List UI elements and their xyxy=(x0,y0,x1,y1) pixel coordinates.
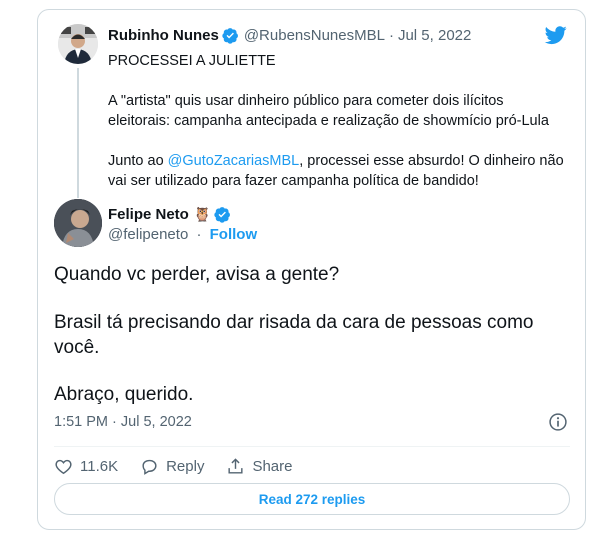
reply-label: Reply xyxy=(166,457,205,475)
mention-link[interactable]: @GutoZacariasMBL xyxy=(168,153,300,169)
tweet-text-line: Quando vc perder, avisa a gente? xyxy=(54,264,340,285)
divider xyxy=(54,446,570,447)
parent-tweet-line: Junto ao @GutoZacariasMBL, processei ess… xyxy=(108,151,578,171)
parent-tweet-line: vai ser utilizado para fazer campanha po… xyxy=(108,173,479,189)
tweet-card: Rubinho Nunes @RubensNunesMBL · Jul 5, 2… xyxy=(37,9,586,530)
author-name[interactable]: Rubinho Nunes xyxy=(108,27,219,44)
tweet-date[interactable]: Jul 5, 2022 xyxy=(398,27,471,44)
main-handle-row: @felipeneto · Follow xyxy=(108,226,257,243)
main-tweet-header: Felipe Neto 🦉 xyxy=(108,206,231,223)
parent-tweet-line: A "artista" quis usar dinheiro público p… xyxy=(108,93,504,109)
heart-icon xyxy=(55,459,72,474)
text-segment: Junto ao xyxy=(108,153,168,169)
author-handle[interactable]: @RubensNunesMBL xyxy=(244,27,385,44)
parent-tweet-line: PROCESSEI A JULIETTE xyxy=(108,53,276,69)
like-count: 11.6K xyxy=(80,457,119,475)
twitter-bird-icon[interactable] xyxy=(543,24,569,46)
tweet-timestamp[interactable]: 1:51 PM · Jul 5, 2022 xyxy=(54,414,192,430)
reply-button[interactable]: Reply xyxy=(140,457,204,476)
verified-badge-icon xyxy=(222,28,238,44)
separator-dot: · xyxy=(388,27,394,44)
tweet-text-line: Abraço, querido. xyxy=(54,384,194,405)
share-button[interactable]: Share xyxy=(226,457,292,476)
parent-tweet-header: Rubinho Nunes @RubensNunesMBL · Jul 5, 2… xyxy=(108,27,471,44)
action-bar: 11.6K Reply Share xyxy=(54,453,314,479)
share-icon xyxy=(228,457,243,474)
reply-bubble-icon xyxy=(142,459,157,475)
share-label: Share xyxy=(252,457,293,475)
tweet-text-line: você. xyxy=(54,337,100,358)
parent-tweet-line: eleitorais: campanha antecipada e realiz… xyxy=(108,113,549,129)
avatar[interactable] xyxy=(58,24,98,64)
info-icon[interactable] xyxy=(548,412,568,432)
text-segment: , processei esse absurdo! O dinheiro não xyxy=(299,153,564,169)
avatar[interactable] xyxy=(54,199,102,247)
tweet-text-line: Brasil tá precisando dar risada da cara … xyxy=(54,312,534,333)
verified-badge-icon xyxy=(214,207,231,223)
read-replies-button[interactable]: Read 272 replies xyxy=(54,483,570,515)
author-name[interactable]: Felipe Neto xyxy=(108,206,189,223)
owl-emoji: 🦉 xyxy=(193,206,212,222)
like-button[interactable]: 11.6K xyxy=(54,457,118,476)
thread-line xyxy=(77,68,79,198)
follow-button[interactable]: Follow xyxy=(210,226,258,243)
author-handle[interactable]: @felipeneto xyxy=(108,226,188,243)
separator-dot: · xyxy=(196,226,202,243)
